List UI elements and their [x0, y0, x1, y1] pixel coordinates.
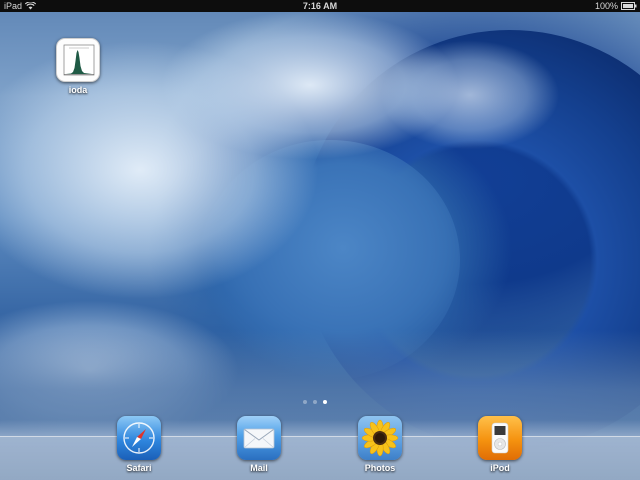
dock	[0, 436, 640, 480]
compass-icon	[117, 416, 161, 460]
page-indicator[interactable]	[300, 391, 330, 404]
envelope-icon	[237, 416, 281, 460]
app-label: iPod	[490, 463, 510, 473]
dock-app-mail[interactable]: Mail	[224, 416, 294, 473]
page-dot-active[interactable]	[323, 400, 327, 404]
dock-app-photos[interactable]: Photos	[345, 416, 415, 473]
histogram-chart-icon	[56, 38, 100, 82]
page-dot[interactable]	[313, 400, 317, 404]
clock: 7:16 AM	[302, 1, 338, 11]
wallpaper-foam	[380, 40, 560, 150]
battery-percentage: 100%	[594, 1, 618, 11]
status-bar: iPad 7:16 AM 100%	[0, 0, 640, 12]
ipod-icon	[478, 416, 522, 460]
dock-shelf	[0, 420, 640, 436]
page-dot[interactable]	[303, 400, 307, 404]
dock-app-safari[interactable]: Safari	[104, 416, 174, 473]
app-label: Mail	[250, 463, 268, 473]
app-ioda[interactable]: ioda	[43, 38, 113, 95]
dock-app-ipod[interactable]: iPod	[465, 416, 535, 473]
home-screen: iPad 7:16 AM 100% ioda Safari Mail Photo…	[0, 0, 640, 480]
app-label: Photos	[364, 463, 396, 473]
sunflower-icon	[358, 416, 402, 460]
app-label: ioda	[68, 85, 88, 95]
battery-icon	[621, 2, 637, 10]
app-label: Safari	[126, 463, 152, 473]
